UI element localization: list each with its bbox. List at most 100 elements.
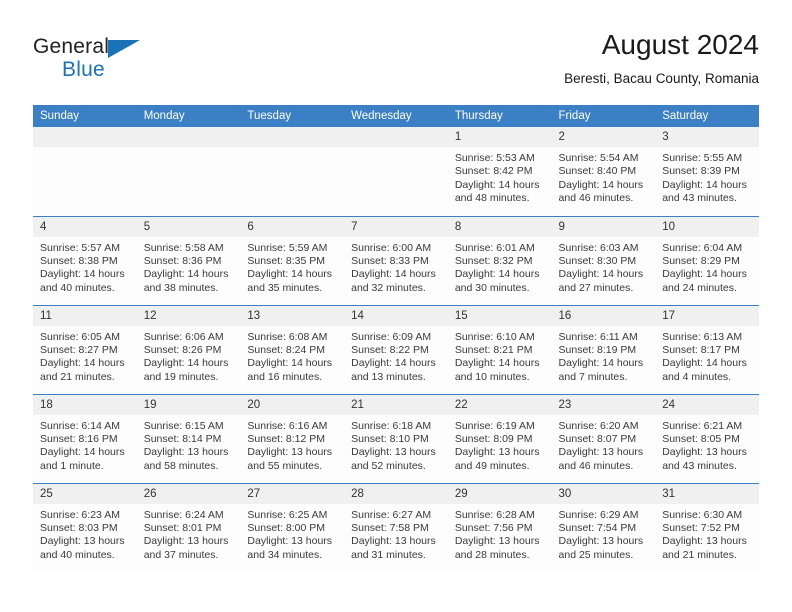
sunset-text: Sunset: 8:19 PM (558, 343, 637, 356)
day-details: Sunrise: 5:55 AM Sunset: 8:39 PM Daylight:… (655, 147, 759, 206)
calendar-day-cell[interactable]: 7 Sunrise: 6:00 AM Sunset: 8:33 PM Daylight… (344, 215, 448, 305)
daylight-text-line1: Daylight: 13 hours (143, 446, 229, 459)
sunset-text: Sunset: 8:30 PM (558, 254, 637, 267)
day-details: Sunrise: 6:00 AM Sunset: 8:33 PM Daylight:… (344, 237, 448, 296)
calendar-day-cell[interactable]: 19 Sunrise: 6:15 AM Sunset: 8:14 PM Dayligh… (136, 393, 241, 483)
calendar-day-cell[interactable]: 9 Sunrise: 6:03 AM Sunset: 8:30 PM Daylight… (551, 215, 656, 305)
general-blue-logo[interactable]: General Blue (33, 36, 233, 92)
day-details: Sunrise: 6:27 AM Sunset: 7:58 PM Daylight:… (344, 504, 448, 563)
daylight-text-line2: and 49 minutes. (454, 459, 530, 472)
day-details: Sunrise: 6:18 AM Sunset: 8:10 PM Daylight:… (344, 415, 448, 474)
day-number: 17 (655, 305, 759, 326)
calendar-day-cell[interactable]: 25 Sunrise: 6:23 AM Sunset: 8:03 PM Dayligh… (33, 482, 137, 572)
calendar-week-row: 18 Sunrise: 6:14 AM Sunset: 8:16 PM Dayligh… (33, 393, 759, 483)
sunset-text: Sunset: 8:05 PM (662, 432, 740, 445)
day-details: Sunrise: 6:29 AM Sunset: 7:54 PM Daylight:… (552, 504, 656, 563)
weekday-header-thursday: Thursday (447, 105, 552, 127)
calendar-day-cell[interactable]: 27 Sunrise: 6:25 AM Sunset: 8:00 PM Dayligh… (240, 482, 345, 572)
calendar-day-cell[interactable]: 5 Sunrise: 5:58 AM Sunset: 8:36 PM Daylight… (136, 215, 241, 305)
calendar-day-cell[interactable]: 16 Sunrise: 6:11 AM Sunset: 8:19 PM Dayligh… (551, 304, 656, 394)
daylight-text-line2: and 10 minutes. (454, 370, 530, 383)
weekday-header-tuesday: Tuesday (240, 105, 345, 127)
calendar-day-cell[interactable]: 30 Sunrise: 6:29 AM Sunset: 7:54 PM Dayligh… (551, 482, 656, 572)
day-details: Sunrise: 6:04 AM Sunset: 8:29 PM Daylight:… (655, 237, 759, 296)
sunrise-text: Sunrise: 5:53 AM (454, 152, 535, 164)
day-details: Sunrise: 5:54 AM Sunset: 8:40 PM Daylight:… (552, 147, 656, 206)
day-details: Sunrise: 6:20 AM Sunset: 8:07 PM Daylight:… (552, 415, 656, 474)
sunrise-text: Sunrise: 6:09 AM (351, 330, 432, 343)
daylight-text-line1: Daylight: 13 hours (558, 535, 644, 548)
day-number: 11 (33, 305, 137, 326)
calendar-day-cell[interactable]: 23 Sunrise: 6:20 AM Sunset: 8:07 PM Dayligh… (551, 393, 656, 483)
sunrise-text: Sunrise: 6:08 AM (247, 330, 328, 343)
sunrise-text: Sunrise: 6:29 AM (558, 508, 639, 521)
daylight-text-line2: and 48 minutes. (454, 192, 530, 205)
weekday-header-saturday: Saturday (655, 105, 759, 127)
daylight-text-line1: Daylight: 14 hours (662, 178, 747, 191)
sunrise-text: Sunrise: 5:55 AM (662, 152, 743, 164)
calendar-header-row-group: Sunday Monday Tuesday Wednesday Thursday… (33, 105, 759, 127)
sunrise-text: Sunrise: 6:04 AM (662, 241, 743, 254)
calendar-day-cell[interactable]: 13 Sunrise: 6:08 AM Sunset: 8:24 PM Dayligh… (240, 304, 345, 394)
sunrise-text: Sunrise: 6:11 AM (558, 330, 638, 343)
daylight-text-line2: and 38 minutes. (143, 281, 219, 294)
sunset-text: Sunset: 8:36 PM (143, 254, 222, 267)
daylight-text-line1: Daylight: 13 hours (662, 535, 747, 548)
calendar-day-cell[interactable]: 24 Sunrise: 6:21 AM Sunset: 8:05 PM Dayligh… (655, 393, 759, 483)
sunrise-text: Sunrise: 5:57 AM (40, 241, 120, 254)
day-number: 29 (447, 483, 552, 504)
sunset-text: Sunset: 8:01 PM (143, 521, 222, 534)
page-title: August 2024 (601, 29, 759, 60)
day-details: Sunrise: 6:24 AM Sunset: 8:01 PM Daylight:… (137, 504, 241, 563)
calendar-day-cell[interactable]: 1 Sunrise: 5:53 AM Sunset: 8:42 PM Daylight… (447, 127, 552, 216)
sunset-text: Sunset: 8:12 PM (247, 432, 326, 445)
calendar-day-cell[interactable]: 6 Sunrise: 5:59 AM Sunset: 8:35 PM Daylight… (240, 215, 345, 305)
day-number (136, 127, 241, 147)
daylight-text-line2: and 43 minutes. (662, 192, 737, 205)
calendar-day-cell[interactable]: 18 Sunrise: 6:14 AM Sunset: 8:16 PM Dayligh… (33, 393, 137, 483)
day-details: Sunrise: 6:10 AM Sunset: 8:21 PM Daylight:… (448, 326, 552, 385)
calendar-day-cell[interactable]: 11 Sunrise: 6:05 AM Sunset: 8:27 PM Dayligh… (33, 304, 137, 394)
calendar-day-cell[interactable]: 2 Sunrise: 5:54 AM Sunset: 8:40 PM Daylight… (551, 127, 656, 216)
calendar-day-cell[interactable]: 17 Sunrise: 6:13 AM Sunset: 8:17 PM Dayligh… (655, 304, 759, 394)
daylight-text-line1: Daylight: 13 hours (454, 446, 540, 459)
calendar-day-cell[interactable]: 4 Sunrise: 5:57 AM Sunset: 8:38 PM Daylight… (33, 215, 137, 305)
day-number: 26 (136, 483, 241, 504)
day-details: Sunrise: 6:15 AM Sunset: 8:14 PM Daylight:… (137, 415, 241, 474)
daylight-text-line1: Daylight: 14 hours (247, 268, 333, 281)
calendar-day-cell[interactable]: 22 Sunrise: 6:19 AM Sunset: 8:09 PM Dayligh… (447, 393, 552, 483)
sunset-text: Sunset: 8:03 PM (40, 521, 118, 534)
daylight-text-line1: Daylight: 14 hours (247, 357, 333, 370)
calendar-day-cell[interactable]: 20 Sunrise: 6:16 AM Sunset: 8:12 PM Dayligh… (240, 393, 345, 483)
daylight-text-line2: and 16 minutes. (247, 370, 323, 383)
daylight-text-line1: Daylight: 14 hours (351, 268, 436, 281)
daylight-text-line2: and 27 minutes. (558, 281, 634, 294)
calendar-day-cell[interactable]: 14 Sunrise: 6:09 AM Sunset: 8:22 PM Dayligh… (344, 304, 448, 394)
sunset-text: Sunset: 8:22 PM (351, 343, 429, 356)
daylight-text-line2: and 55 minutes. (247, 459, 323, 472)
calendar-day-cell[interactable]: 15 Sunrise: 6:10 AM Sunset: 8:21 PM Dayligh… (447, 304, 552, 394)
calendar-day-cell[interactable]: 12 Sunrise: 6:06 AM Sunset: 8:26 PM Dayligh… (136, 304, 241, 394)
day-number (33, 127, 137, 147)
sunset-text: Sunset: 8:26 PM (143, 343, 222, 356)
day-details: Sunrise: 5:59 AM Sunset: 8:35 PM Daylight:… (240, 237, 344, 296)
daylight-text-line1: Daylight: 13 hours (662, 446, 747, 459)
sunset-text: Sunset: 8:39 PM (662, 165, 740, 178)
calendar-day-cell[interactable]: 8 Sunrise: 6:01 AM Sunset: 8:32 PM Daylight… (447, 215, 552, 305)
daylight-text-line2: and 35 minutes. (247, 281, 323, 294)
day-number: 7 (344, 216, 448, 237)
calendar-day-cell[interactable]: 31 Sunrise: 6:30 AM Sunset: 7:52 PM Dayligh… (655, 482, 759, 572)
calendar-day-cell[interactable]: 26 Sunrise: 6:24 AM Sunset: 8:01 PM Dayligh… (136, 482, 241, 572)
daylight-text-line1: Daylight: 13 hours (247, 446, 333, 459)
sunset-text: Sunset: 8:29 PM (662, 254, 740, 267)
calendar-day-cell[interactable]: 21 Sunrise: 6:18 AM Sunset: 8:10 PM Dayligh… (344, 393, 448, 483)
page-header: General Blue August 2024 Beresti, Bacau … (33, 28, 759, 100)
daylight-text-line2: and 40 minutes. (40, 281, 115, 294)
day-details: Sunrise: 6:03 AM Sunset: 8:30 PM Daylight:… (552, 237, 656, 296)
calendar-day-cell[interactable]: 28 Sunrise: 6:27 AM Sunset: 7:58 PM Dayligh… (344, 482, 448, 572)
calendar-day-cell[interactable]: 3 Sunrise: 5:55 AM Sunset: 8:39 PM Daylight… (655, 127, 759, 216)
calendar-day-cell[interactable]: 10 Sunrise: 6:04 AM Sunset: 8:29 PM Dayligh… (655, 215, 759, 305)
calendar-day-cell[interactable]: 29 Sunrise: 6:28 AM Sunset: 7:56 PM Dayligh… (447, 482, 552, 572)
sunset-text: Sunset: 7:54 PM (558, 521, 637, 534)
day-number: 18 (33, 394, 137, 415)
